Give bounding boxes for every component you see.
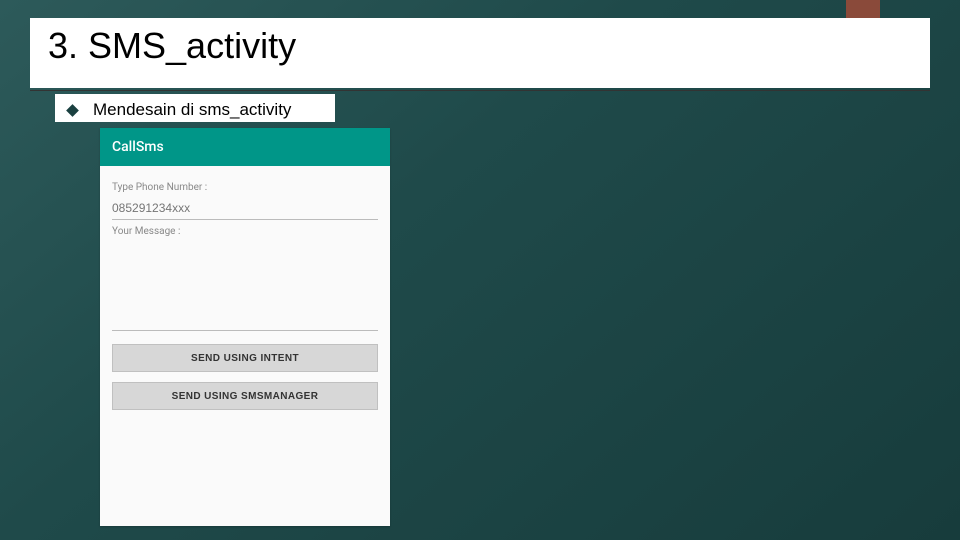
bullet-line: Mendesain di sms_activity: [68, 100, 293, 120]
phone-number-label: Type Phone Number :: [112, 182, 378, 193]
phone-body: Type Phone Number : Your Message : SEND …: [100, 166, 390, 410]
app-bar: CallSms: [100, 128, 390, 166]
message-input[interactable]: [112, 243, 378, 331]
phone-number-input[interactable]: [112, 199, 378, 220]
bullet-text: Mendesain di sms_activity: [91, 100, 293, 120]
phone-mock: CallSms Type Phone Number : Your Message…: [100, 128, 390, 526]
message-label: Your Message :: [112, 226, 378, 237]
slide-title: 3. SMS_activity: [48, 24, 912, 67]
send-smsmanager-button[interactable]: SEND USING SMSMANAGER: [112, 382, 378, 410]
slide: 3. SMS_activity Mendesain di sms_activit…: [0, 0, 960, 540]
title-area: 3. SMS_activity: [30, 18, 930, 88]
title-underline: [30, 90, 930, 91]
app-title: CallSms: [112, 139, 164, 155]
send-intent-button[interactable]: SEND USING INTENT: [112, 344, 378, 372]
diamond-bullet-icon: [66, 104, 79, 117]
